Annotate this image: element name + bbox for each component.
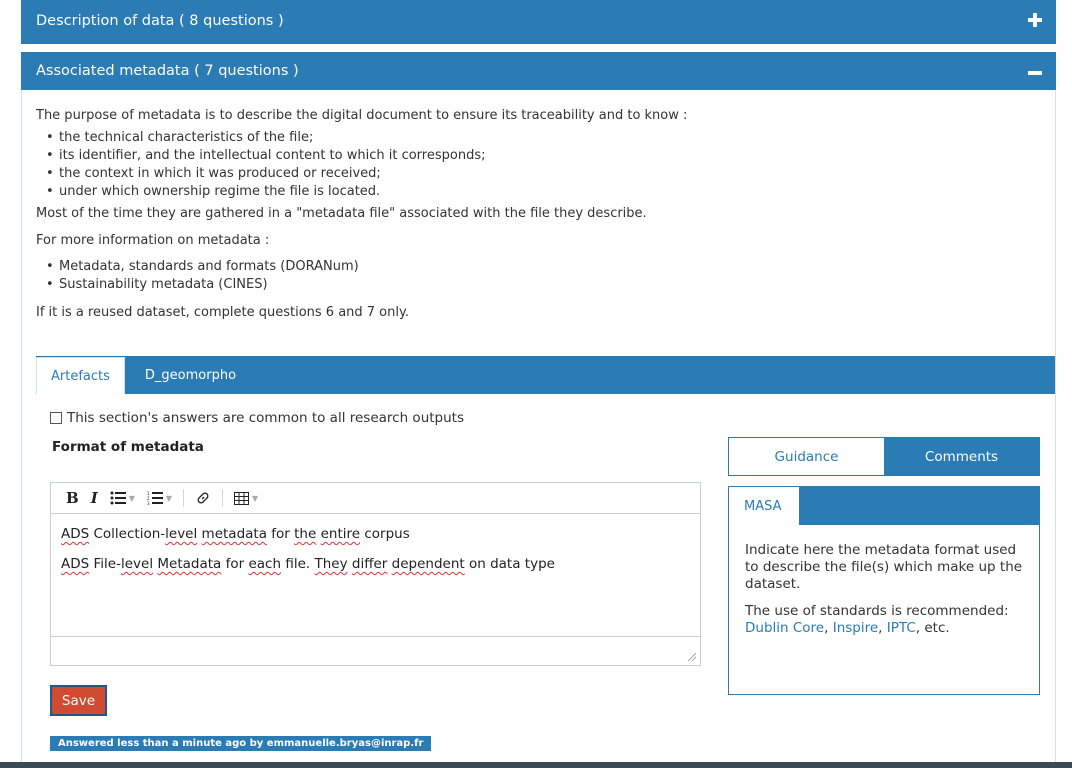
- iptc-link[interactable]: IPTC: [887, 620, 916, 636]
- numbered-list-icon: 1 2 3: [147, 491, 163, 505]
- tab-d-geomorpho[interactable]: D_geomorpho: [125, 356, 256, 394]
- collapse-minus-icon[interactable]: [1028, 63, 1042, 79]
- table-icon: [234, 491, 250, 505]
- toolbar-divider: [183, 489, 185, 507]
- numbered-list-button[interactable]: 1 2 3 ▼: [142, 487, 177, 509]
- link-button[interactable]: [190, 487, 216, 509]
- intro-paragraph: Most of the time they are gathered in a …: [36, 206, 647, 221]
- guidance-paragraph: The use of standards is recommended: Dub…: [745, 603, 1009, 636]
- bold-button[interactable]: B: [61, 487, 84, 509]
- dublin-core-link[interactable]: Dublin Core: [745, 620, 824, 636]
- intro-paragraph: If it is a reused dataset, complete ques…: [36, 305, 409, 320]
- guidance-comments-tabs: Guidance Comments: [728, 437, 1040, 476]
- chevron-down-icon: ▼: [165, 493, 173, 503]
- associated-metadata-panel-header[interactable]: Associated metadata ( 7 questions ): [21, 52, 1056, 90]
- research-output-tabs: Artefacts D_geomorpho: [36, 356, 1055, 394]
- question-title: Format of metadata: [52, 439, 204, 455]
- expand-plus-icon[interactable]: [1028, 13, 1042, 31]
- metadata-intro: The purpose of metadata is to describe t…: [36, 107, 1036, 322]
- guidance-panel: MASA Indicate here the metadata format u…: [728, 486, 1040, 695]
- tab-comments[interactable]: Comments: [884, 438, 1039, 475]
- svg-text:3: 3: [147, 501, 150, 505]
- answered-status-badge: Answered less than a minute ago by emman…: [50, 736, 432, 751]
- editor-paragraph: ADS File-level Metadata for each file. T…: [61, 556, 555, 572]
- tab-artefacts[interactable]: Artefacts: [36, 357, 125, 394]
- toolbar-divider: [222, 489, 224, 507]
- list-item: under which ownership regime the file is…: [46, 183, 1036, 201]
- list-item: the technical characteristics of the fil…: [46, 129, 1036, 147]
- guidance-org-tab[interactable]: MASA: [729, 487, 799, 525]
- panel-separator: [21, 44, 1056, 52]
- intro-paragraph: For more information on metadata :: [36, 233, 270, 248]
- inspire-link[interactable]: Inspire: [833, 620, 878, 636]
- tab-guidance[interactable]: Guidance: [729, 438, 884, 475]
- description-of-data-panel-header[interactable]: Description of data ( 8 questions ): [21, 0, 1056, 44]
- checkbox-label: This section's answers are common to all…: [67, 410, 464, 426]
- chevron-down-icon: ▼: [128, 493, 135, 503]
- bullet-list-button[interactable]: ▼: [105, 487, 140, 509]
- list-item: the context in which it was produced or …: [46, 165, 1036, 183]
- guidance-paragraph: Indicate here the metadata format used t…: [745, 542, 1023, 592]
- common-answers-checkbox[interactable]: [50, 412, 62, 424]
- bullet-list-icon: [110, 491, 126, 505]
- common-answers-checkbox-row[interactable]: This section's answers are common to all…: [50, 410, 464, 426]
- table-button[interactable]: ▼: [229, 487, 263, 509]
- italic-button[interactable]: I: [86, 487, 103, 509]
- guidance-header: MASA: [729, 487, 1039, 525]
- save-button[interactable]: Save: [50, 685, 107, 716]
- guidance-text: Indicate here the metadata format used t…: [729, 525, 1039, 637]
- chevron-down-icon: ▼: [252, 493, 259, 503]
- rich-text-editor[interactable]: B I ▼ 1 2 3 ▼ ▼ ADS Collection-level met…: [50, 482, 701, 666]
- panel-title: Description of data ( 8 questions ): [36, 13, 284, 29]
- more-info-list: Metadata, standards and formats (DORANum…: [36, 258, 1036, 294]
- link-icon: [197, 492, 209, 504]
- editor-content[interactable]: ADS Collection-level metadata for the en…: [51, 514, 700, 636]
- list-item: its identifier, and the intellectual con…: [46, 147, 1036, 165]
- editor-paragraph: ADS Collection-level metadata for the en…: [61, 526, 410, 542]
- bottom-bar: [0, 762, 1072, 768]
- resize-handle-icon[interactable]: [688, 653, 696, 661]
- panel-title: Associated metadata ( 7 questions ): [36, 63, 299, 79]
- metadata-purpose-list: the technical characteristics of the fil…: [36, 129, 1036, 201]
- editor-statusbar: [51, 636, 700, 665]
- intro-paragraph: The purpose of metadata is to describe t…: [36, 108, 688, 123]
- list-item[interactable]: Metadata, standards and formats (DORANum…: [46, 258, 1036, 276]
- editor-toolbar: B I ▼ 1 2 3 ▼ ▼: [51, 483, 700, 514]
- list-item[interactable]: Sustainability metadata (CINES): [46, 276, 1036, 294]
